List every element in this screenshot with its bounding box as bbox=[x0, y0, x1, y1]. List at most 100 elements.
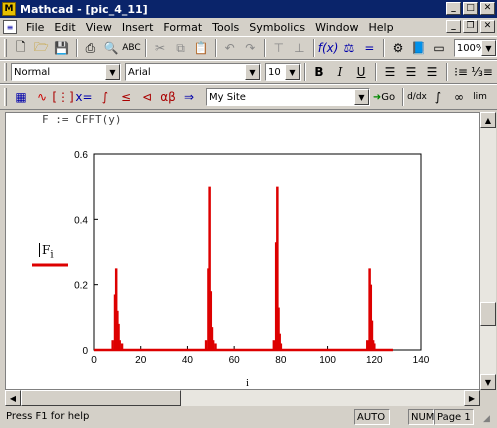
derivative-icon[interactable]: d/dx bbox=[407, 88, 427, 106]
menu-window[interactable]: Window bbox=[314, 21, 359, 34]
evaluation-icon[interactable]: x= bbox=[74, 88, 94, 106]
scroll-down-icon[interactable]: ▼ bbox=[480, 374, 496, 390]
window-icon[interactable]: ▭ bbox=[429, 39, 449, 57]
save-icon[interactable]: 💾 bbox=[52, 39, 72, 57]
scroll-left-icon[interactable]: ◀ bbox=[5, 390, 21, 406]
menu-format[interactable]: Format bbox=[162, 21, 203, 34]
x-tick-label: 120 bbox=[366, 355, 383, 366]
undo-icon[interactable]: ↶ bbox=[220, 39, 240, 57]
redo-icon[interactable]: ↷ bbox=[240, 39, 260, 57]
open-folder-icon[interactable]: 🗁 bbox=[32, 39, 52, 57]
horizontal-scrollbar[interactable]: ◀ ▶ bbox=[5, 390, 480, 406]
x-tick-label: 60 bbox=[229, 355, 241, 366]
mathcad-app-icon[interactable]: M bbox=[2, 2, 16, 16]
vertical-scrollbar[interactable]: ▲ ▼ bbox=[480, 112, 496, 390]
doc-minimize-button[interactable]: _ bbox=[446, 20, 461, 33]
align-down-icon[interactable]: ⊥ bbox=[290, 39, 310, 57]
align-top-icon[interactable]: ⊤ bbox=[269, 39, 289, 57]
doc-restore-button[interactable]: ❐ bbox=[463, 20, 478, 33]
calculate-icon[interactable]: = bbox=[360, 39, 380, 57]
new-document-icon[interactable]: 🗋 bbox=[11, 39, 31, 57]
style-select[interactable]: Normal ▼ bbox=[11, 63, 121, 81]
x-tick-label: 140 bbox=[413, 355, 430, 366]
menu-view[interactable]: View bbox=[85, 21, 113, 34]
insert-unit-icon[interactable]: ⚖ bbox=[339, 39, 359, 57]
standard-toolbar: 🗋 🗁 💾 ⎙ 🔍 ABC ✂ ⧉ 📋 ↶ ↷ ⊤ ⊥ f(x) ⚖ = ⚙ 📘… bbox=[0, 36, 497, 60]
style-value: Normal bbox=[14, 66, 51, 78]
menu-help[interactable]: Help bbox=[367, 21, 394, 34]
menu-symbolics[interactable]: Symbolics bbox=[248, 21, 306, 34]
align-left-icon[interactable]: ☰ bbox=[380, 63, 400, 81]
boolean-icon[interactable]: ≤ bbox=[116, 88, 136, 106]
menu-bar: ≡ File Edit View Insert Format Tools Sym… bbox=[0, 18, 497, 36]
chevron-down-icon[interactable]: ▼ bbox=[354, 89, 369, 105]
underline-button[interactable]: U bbox=[351, 63, 371, 81]
y-tick-label: 0.6 bbox=[74, 150, 88, 161]
menu-insert[interactable]: Insert bbox=[121, 21, 155, 34]
title-bar: M Mathcad - [pic_4_11] _ □ ✕ bbox=[0, 0, 497, 18]
align-right-icon[interactable]: ☰ bbox=[422, 63, 442, 81]
minimize-button[interactable]: _ bbox=[446, 2, 461, 15]
matrix-icon[interactable]: [⋮] bbox=[52, 88, 73, 106]
plot-area: 0 20 40 60 80 100 120 140 0 0.2 0.4 0.6 i bbox=[32, 150, 430, 389]
horizontal-scroll-thumb[interactable] bbox=[21, 390, 181, 406]
numbering-icon[interactable]: ⅓≡ bbox=[471, 63, 493, 81]
paste-icon[interactable]: 📋 bbox=[191, 39, 211, 57]
doc-close-button[interactable]: ✕ bbox=[480, 20, 495, 33]
integral-icon[interactable]: ∫ bbox=[428, 88, 448, 106]
insert-function-icon[interactable]: f(x) bbox=[318, 39, 339, 57]
chevron-down-icon[interactable]: ▼ bbox=[480, 40, 496, 56]
bold-button[interactable]: B bbox=[309, 63, 329, 81]
chevron-down-icon[interactable]: ▼ bbox=[105, 64, 120, 80]
zoom-select[interactable]: 100% ▼ bbox=[453, 39, 497, 57]
greek-icon[interactable]: αβ bbox=[158, 88, 178, 106]
page-status: Page 1 bbox=[434, 409, 474, 425]
font-select[interactable]: Arial ▼ bbox=[125, 63, 261, 81]
menu-edit[interactable]: Edit bbox=[53, 21, 76, 34]
document-icon[interactable]: ≡ bbox=[3, 20, 17, 34]
help-status: Press F1 for help bbox=[6, 411, 90, 422]
bullets-icon[interactable]: ⁝≡ bbox=[451, 63, 471, 81]
status-bar: Press F1 for help AUTO NUM Page 1 ◢ bbox=[0, 406, 497, 428]
copy-icon[interactable]: ⧉ bbox=[171, 39, 191, 57]
resource-select[interactable]: My Site ▼ bbox=[206, 88, 370, 106]
worksheet[interactable]: F := CFFT(y) Fi 0 20 40 60 80 100 120 140 0 0.2 0.… bbox=[5, 112, 480, 390]
vertical-scroll-thumb[interactable] bbox=[480, 302, 496, 326]
resize-grip-icon[interactable]: ◢ bbox=[483, 414, 495, 426]
cut-icon[interactable]: ✂ bbox=[150, 39, 170, 57]
calculus-icon[interactable]: ∫ bbox=[95, 88, 115, 106]
resource-value: My Site bbox=[209, 91, 246, 103]
calculator-icon[interactable]: ▦ bbox=[11, 88, 31, 106]
graph-icon[interactable]: ∿ bbox=[32, 88, 52, 106]
resources-icon[interactable]: 📘 bbox=[409, 39, 429, 57]
font-size-select[interactable]: 10 ▼ bbox=[265, 63, 301, 81]
scroll-right-icon[interactable]: ▶ bbox=[464, 390, 480, 406]
window-title: Mathcad - [pic_4_11] bbox=[20, 2, 148, 16]
go-button[interactable]: ➜ Go bbox=[370, 88, 398, 106]
chevron-down-icon[interactable]: ▼ bbox=[245, 64, 260, 80]
maximize-button[interactable]: □ bbox=[463, 2, 478, 15]
math-toolbar: ▦ ∿ [⋮] x= ∫ ≤ ⊲ αβ ⇒ My Site ▼ ➜ Go d/d… bbox=[0, 84, 497, 110]
print-preview-icon[interactable]: 🔍 bbox=[101, 39, 121, 57]
spell-check-icon[interactable]: ABC bbox=[122, 39, 142, 57]
print-icon[interactable]: ⎙ bbox=[81, 39, 101, 57]
y-tick-label: 0.2 bbox=[74, 281, 88, 292]
fft-plot[interactable]: 0 20 40 60 80 100 120 140 0 0.2 0.4 0.6 i bbox=[6, 113, 480, 390]
scroll-up-icon[interactable]: ▲ bbox=[480, 112, 496, 128]
chevron-down-icon[interactable]: ▼ bbox=[285, 64, 300, 80]
x-tick-label: 20 bbox=[135, 355, 147, 366]
symbolic-icon[interactable]: ⇒ bbox=[179, 88, 199, 106]
italic-button[interactable]: I bbox=[330, 63, 350, 81]
x-tick-label: 40 bbox=[182, 355, 194, 366]
font-size-value: 10 bbox=[268, 66, 281, 78]
menu-file[interactable]: File bbox=[25, 21, 45, 34]
programming-icon[interactable]: ⊲ bbox=[137, 88, 157, 106]
go-arrow-icon: ➜ bbox=[372, 91, 382, 103]
components-icon[interactable]: ⚙ bbox=[388, 39, 408, 57]
menu-tools[interactable]: Tools bbox=[211, 21, 240, 34]
infinity-icon[interactable]: ∞ bbox=[449, 88, 469, 106]
limit-icon[interactable]: lim bbox=[470, 88, 490, 106]
close-button[interactable]: ✕ bbox=[480, 2, 495, 15]
align-center-icon[interactable]: ☰ bbox=[401, 63, 421, 81]
formatting-toolbar: Normal ▼ Arial ▼ 10 ▼ B I U ☰ ☰ ☰ ⁝≡ ⅓≡ bbox=[0, 60, 497, 84]
